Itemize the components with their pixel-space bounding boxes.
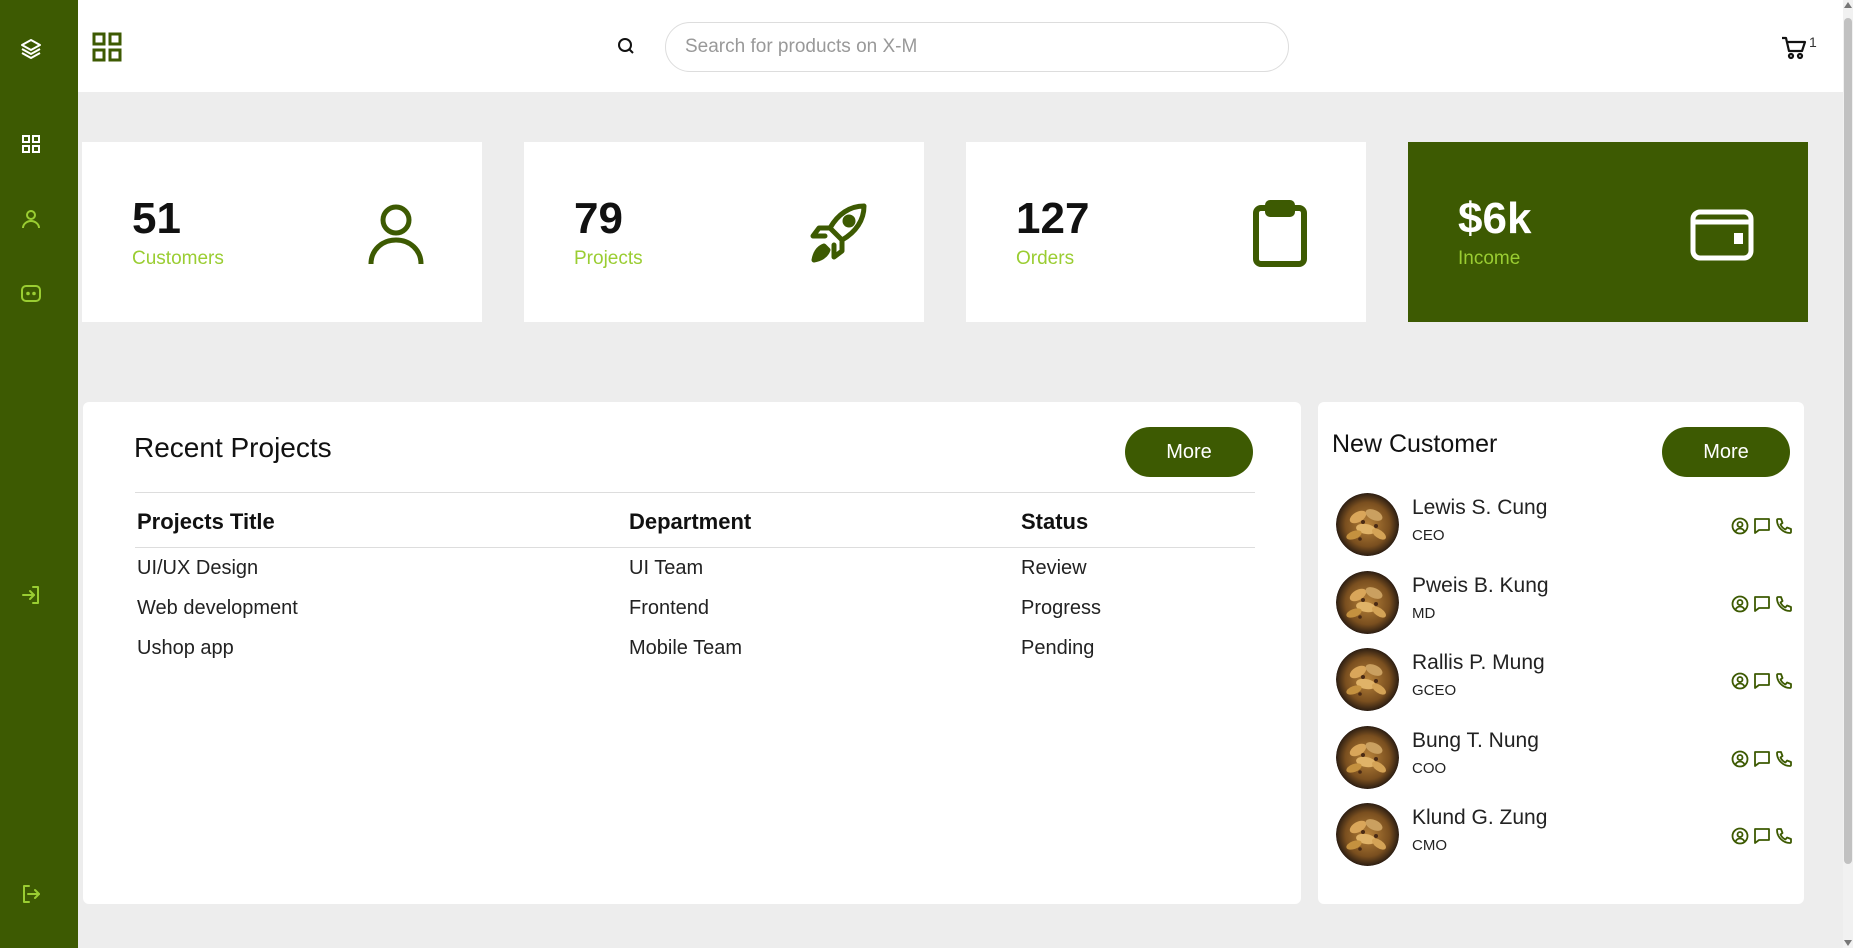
customer-name: Klund G. Zung [1412,806,1548,829]
phone-icon[interactable] [1774,516,1794,536]
stat-card-projects: 79 Projects [524,142,924,322]
message-icon[interactable] [1752,749,1772,769]
customer-role: CEO [1412,527,1445,544]
dashboard-grid-icon[interactable] [19,132,43,156]
message-icon[interactable] [1752,516,1772,536]
table-row[interactable]: Ushop app Mobile Team Pending [135,628,1255,668]
stat-label: Projects [574,248,643,269]
customer-row[interactable]: Bung T. Nung COO [1336,723,1792,801]
table-cell: Mobile Team [629,637,743,659]
sidebar [0,0,78,948]
more-button[interactable]: More [1662,427,1790,477]
customer-role: COO [1412,759,1447,777]
profile-icon[interactable] [1730,671,1750,691]
message-icon[interactable] [1752,594,1772,614]
table-cell: UI Team [629,557,704,579]
layers-icon[interactable] [19,37,43,61]
table-cell: UI/UX Design [137,557,259,579]
stat-card-orders: 127 Orders [966,142,1366,322]
recent-projects-panel: Recent Projects More Projects Title Depa… [83,402,1301,904]
customer-actions [1730,826,1794,846]
message-icon[interactable] [1752,671,1772,691]
profile-icon[interactable] [1730,594,1750,614]
stat-label: Orders [1016,248,1075,269]
customer-role: CMO [1412,837,1447,854]
stat-card-customers: 51 Customers [82,142,482,322]
phone-icon[interactable] [1774,594,1794,614]
customer-name: Bung T. Nung [1412,728,1539,752]
projects-table: Projects Title Department Status UI/UX D… [135,492,1255,668]
avatar [1336,803,1399,866]
stat-label: Income [1458,248,1521,269]
customer-list: Lewis S. Cung CEO Pweis B. Kung MD Rallis P.… [1336,490,1792,878]
customer-actions [1730,594,1794,614]
customer-actions [1730,671,1794,691]
stat-card-income: $6k Income [1408,142,1808,322]
search-icon[interactable] [616,36,636,56]
table-cell: Review [1021,557,1087,579]
phone-icon[interactable] [1774,671,1794,691]
top-bar: 1 [78,0,1843,92]
new-customer-panel: New Customer More Lewis S. Cung CEO Pweis … [1318,402,1804,904]
table-cell: Ushop app [137,637,234,659]
user-icon[interactable] [19,207,43,231]
table-row[interactable]: Web development Frontend Progress [135,588,1255,628]
page-scrollbar[interactable] [1843,0,1853,948]
wallet-icon [1690,209,1754,261]
avatar [1336,725,1399,789]
table-cell: Frontend [629,597,710,619]
scroll-thumb[interactable] [1844,18,1852,864]
column-header: Status [1019,492,1255,548]
chat-bot-icon[interactable] [19,282,43,306]
stat-label: Customers [132,248,224,269]
avatar [1336,570,1399,634]
logout-icon[interactable] [19,882,43,906]
table-header-row: Projects Title Department Status [135,492,1255,548]
login-icon[interactable] [19,583,43,607]
customer-actions [1730,749,1794,769]
cart-count-badge: 1 [1809,34,1817,50]
cart-icon [1780,34,1808,67]
stat-value: 127 [1016,194,1090,243]
customer-name: Pweis B. Kung [1412,573,1549,597]
customer-row[interactable]: Klund G. Zung CMO [1336,800,1792,878]
stat-value: 51 [132,194,181,243]
column-header: Department [627,492,1019,548]
table-cell: Web development [137,597,298,619]
phone-icon[interactable] [1774,826,1794,846]
user-icon [368,204,424,265]
stat-value: $6k [1458,194,1532,243]
customer-row[interactable]: Lewis S. Cung CEO [1336,490,1792,568]
clipboard-icon [1253,200,1307,267]
customer-name: Rallis P. Mung [1412,651,1545,674]
customer-actions [1730,516,1794,536]
apps-grid-icon[interactable] [92,32,122,62]
cart-button[interactable]: 1 [1780,34,1817,67]
stat-value: 79 [574,194,623,243]
table-row[interactable]: UI/UX Design UI Team Review [135,548,1255,589]
customer-name: Lewis S. Cung [1412,496,1548,519]
search-input[interactable] [665,22,1289,72]
message-icon[interactable] [1752,826,1772,846]
customer-row[interactable]: Pweis B. Kung MD [1336,568,1792,646]
scroll-down-arrow[interactable] [1844,940,1852,946]
table-cell: Progress [1021,597,1102,619]
panel-title: Recent Projects [134,432,332,463]
column-header: Projects Title [135,492,627,548]
customer-row[interactable]: Rallis P. Mung GCEO [1336,645,1792,723]
phone-icon[interactable] [1774,749,1794,769]
avatar [1336,648,1399,711]
profile-icon[interactable] [1730,826,1750,846]
customer-role: MD [1412,604,1436,622]
scroll-up-arrow[interactable] [1844,2,1852,8]
table-cell: Pending [1021,637,1095,659]
customer-role: GCEO [1412,682,1457,699]
profile-icon[interactable] [1730,516,1750,536]
more-button[interactable]: More [1125,427,1253,477]
profile-icon[interactable] [1730,749,1750,769]
panel-title: New Customer [1332,430,1498,458]
avatar [1336,493,1399,556]
rocket-icon [810,203,867,263]
